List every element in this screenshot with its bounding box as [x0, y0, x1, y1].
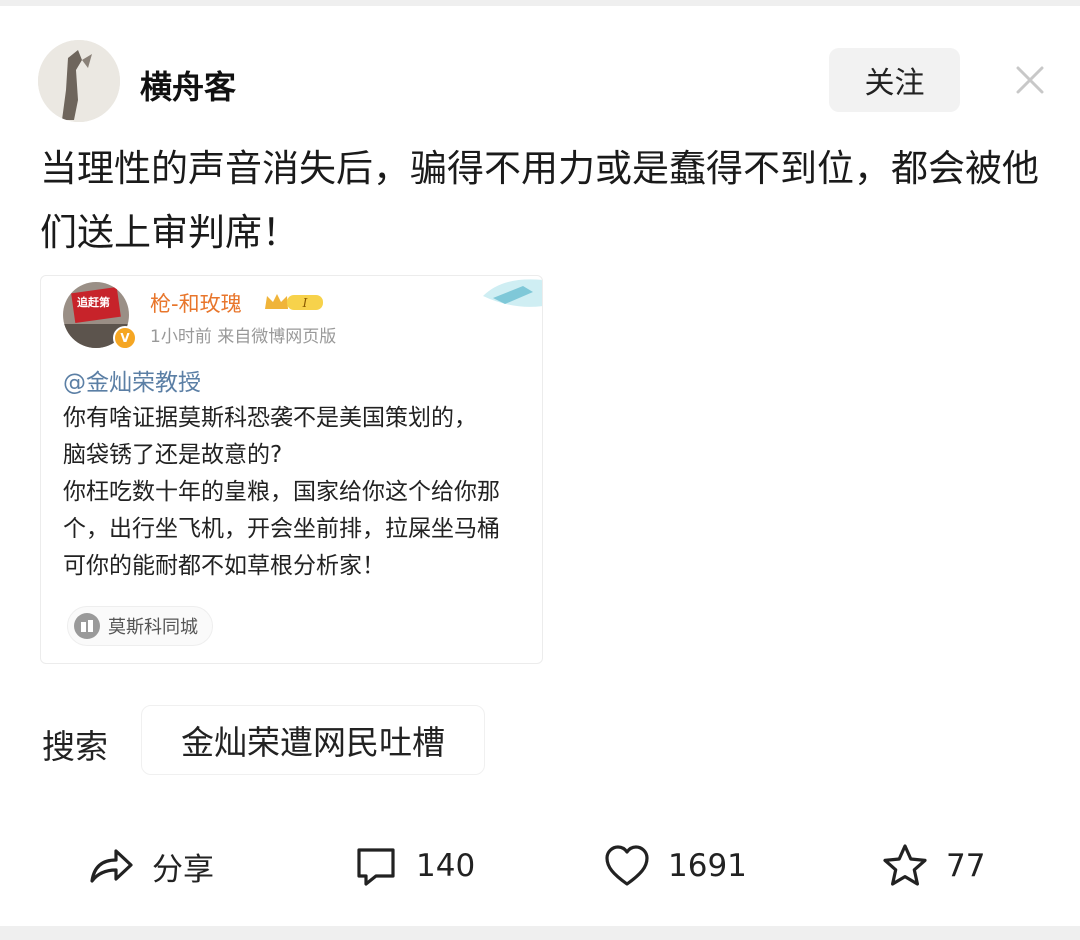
- quoted-post-card[interactable]: 追赶第 V 枪-和玫瑰 I 1小时前 来自微博网页版 @金灿荣教授 你有啥证据莫…: [40, 275, 543, 664]
- card-decoration: [483, 276, 542, 316]
- comment-icon: [357, 848, 395, 886]
- location-icon: [74, 613, 100, 639]
- crown-icon: I: [263, 291, 325, 313]
- favorite-button[interactable]: 77: [882, 838, 985, 894]
- comment-button[interactable]: 140: [354, 838, 475, 894]
- avatar-flag-text: 追赶第: [77, 296, 110, 309]
- comment-count: 140: [416, 848, 476, 884]
- favorite-count: 77: [946, 848, 986, 884]
- post-text: 当理性的声音消失后，骗得不用力或是蠢得不到位，都会被他们送上审判席！: [40, 147, 1039, 254]
- close-icon[interactable]: [1012, 62, 1048, 98]
- like-count: 1691: [668, 848, 747, 884]
- mention-link[interactable]: @金灿荣教授: [63, 363, 201, 397]
- topic-chip[interactable]: 莫斯科同城: [67, 606, 213, 646]
- share-label: 分享: [152, 851, 214, 888]
- favorite-icon: [883, 844, 927, 886]
- like-icon: [605, 845, 649, 886]
- user-avatar[interactable]: [38, 40, 120, 122]
- username[interactable]: 横舟客: [140, 62, 236, 108]
- level-badge: I: [302, 296, 308, 310]
- topic-label: 莫斯科同城: [108, 617, 198, 638]
- quoted-username[interactable]: 枪-和玫瑰: [150, 288, 242, 318]
- share-icon: [90, 849, 133, 883]
- search-label: 搜索: [42, 727, 108, 766]
- status-strip: [0, 0, 1080, 6]
- verified-icon: V: [113, 326, 137, 350]
- post-meta: 1小时前 来自微博网页版: [150, 327, 337, 347]
- search-suggestion[interactable]: 金灿荣遭网民吐槽: [141, 705, 485, 775]
- quoted-post-body: 你有啥证据莫斯科恐袭不是美国策划的， 脑袋锈了还是故意的? 你枉吃数十年的皇粮，…: [63, 405, 500, 579]
- bottom-strip: [0, 926, 1080, 940]
- follow-button[interactable]: 关注: [829, 48, 960, 112]
- share-button[interactable]: 分享: [88, 838, 214, 894]
- like-button[interactable]: 1691: [604, 838, 747, 894]
